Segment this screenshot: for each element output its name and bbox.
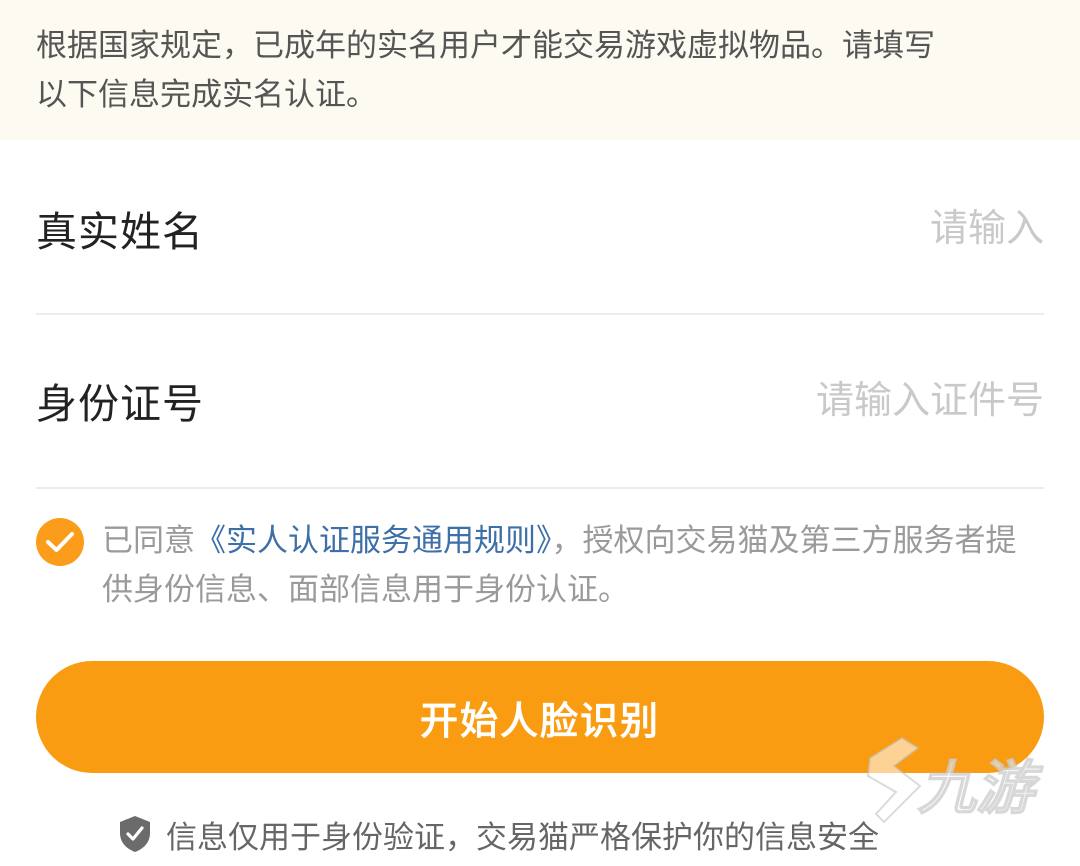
notice-line-2: 以下信息完成实名认证。 bbox=[36, 77, 377, 113]
id-row: 身份证号 bbox=[36, 352, 1044, 448]
rules-link[interactable]: 《实人认证服务通用规则》 bbox=[195, 523, 552, 559]
realname-notice: 根据国家规定，已成年的实名用户才能交易游戏虚拟物品。请填写 以下信息完成实名认证… bbox=[0, 0, 1080, 140]
privacy-text: 信息仅用于身份验证，交易猫严格保护你的信息安全 bbox=[166, 819, 879, 856]
agreement-prefix: 已同意 bbox=[102, 523, 195, 559]
id-label: 身份证号 bbox=[36, 380, 204, 428]
divider bbox=[36, 313, 1044, 315]
name-label: 真实姓名 bbox=[36, 208, 204, 256]
agreement-text: 已同意《实人认证服务通用规则》，授权向交易猫及第三方服务者提供身份信息、面部信息… bbox=[102, 517, 1044, 615]
privacy-footer: 信息仅用于身份验证，交易猫严格保护你的信息安全 bbox=[118, 808, 879, 860]
notice-line-1: 根据国家规定，已成年的实名用户才能交易游戏虚拟物品。请填写 bbox=[36, 28, 935, 64]
divider bbox=[36, 487, 1044, 489]
check-icon bbox=[46, 532, 74, 552]
watermark-text: 九游 bbox=[918, 754, 1044, 822]
name-row: 真实姓名 bbox=[36, 180, 1044, 276]
name-input[interactable] bbox=[564, 206, 1044, 250]
agree-checkbox[interactable] bbox=[36, 518, 84, 566]
shield-check-icon bbox=[120, 816, 150, 852]
id-number-input[interactable] bbox=[564, 378, 1044, 422]
